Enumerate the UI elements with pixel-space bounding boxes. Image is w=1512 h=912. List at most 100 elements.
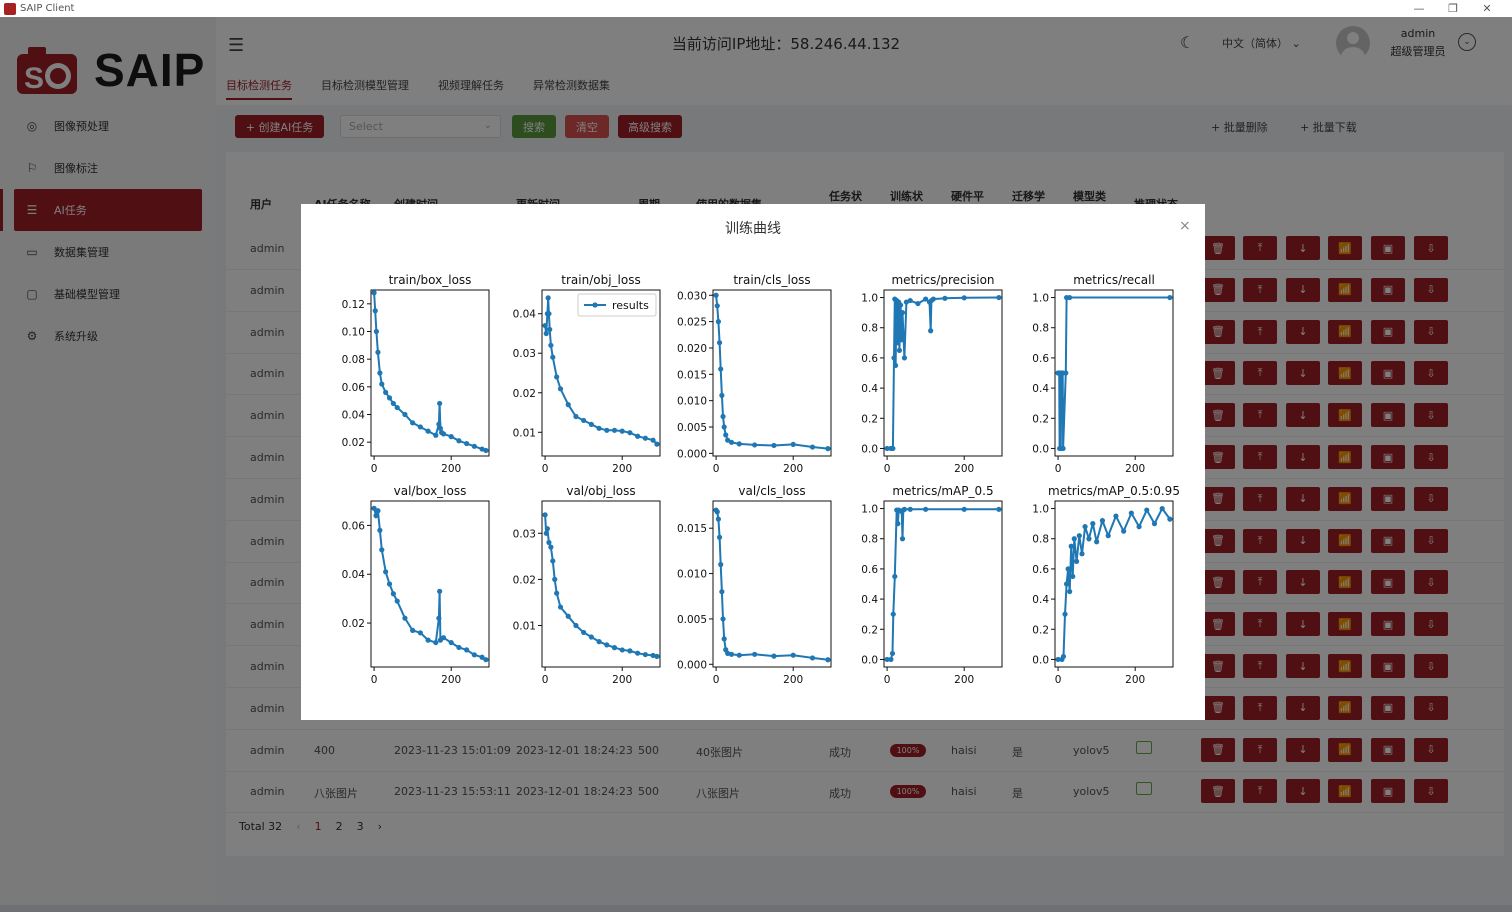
data-point: [436, 615, 442, 621]
x-tick-label: 200: [954, 674, 974, 686]
data-point: [1167, 516, 1173, 522]
data-point: [1062, 611, 1068, 617]
y-tick-label: 0.06: [342, 520, 366, 532]
data-point: [552, 576, 558, 582]
data-point: [896, 347, 903, 353]
subplot-title: val/box_loss: [394, 484, 467, 498]
data-point: [891, 355, 897, 361]
data-point: [546, 539, 552, 546]
data-point: [825, 446, 831, 452]
y-tick-label: 0.12: [342, 299, 365, 311]
series-line: [1058, 296, 1170, 450]
close-window-icon[interactable]: ✕: [1470, 0, 1504, 17]
data-point: [588, 421, 594, 427]
x-tick-label: 0: [884, 674, 891, 686]
y-tick-label: 1.0: [1032, 293, 1049, 305]
y-tick-label: 0.02: [342, 437, 365, 449]
data-point: [892, 573, 898, 580]
data-point: [1159, 505, 1165, 512]
y-tick-label: 0.010: [677, 396, 707, 408]
data-point: [642, 651, 648, 658]
data-point: [437, 588, 443, 594]
data-point: [720, 616, 726, 622]
y-tick-label: 0.8: [861, 323, 878, 335]
x-tick-label: 200: [954, 463, 974, 475]
y-tick-label: 0.04: [342, 569, 366, 581]
plot-frame: [1054, 289, 1174, 457]
data-point: [1121, 528, 1127, 534]
subplot-title: metrics/mAP_0.5: [892, 484, 993, 498]
data-point: [581, 417, 587, 424]
subplot-title: metrics/recall: [1073, 273, 1155, 287]
plot-frame: [712, 289, 832, 457]
y-tick-label: 0.8: [1032, 323, 1049, 335]
x-tick-label: 200: [1125, 463, 1145, 475]
y-tick-label: 0.2: [861, 624, 878, 636]
y-tick-label: 0.0: [861, 443, 878, 455]
data-point: [1079, 551, 1085, 557]
y-tick-label: 0.6: [861, 564, 878, 576]
data-point: [588, 634, 594, 640]
data-point: [604, 427, 610, 433]
data-point: [548, 544, 554, 550]
restore-icon[interactable]: ❐: [1436, 0, 1470, 17]
data-point: [1090, 521, 1096, 527]
y-tick-label: 0.0: [861, 654, 878, 666]
data-point: [410, 420, 416, 426]
data-point: [1151, 521, 1158, 527]
data-point: [930, 296, 936, 302]
data-point: [1144, 507, 1150, 513]
data-point: [715, 319, 721, 325]
data-point: [720, 413, 726, 420]
data-point: [372, 308, 378, 314]
data-point: [892, 362, 899, 369]
x-tick-label: 200: [441, 463, 461, 475]
data-point: [456, 438, 462, 444]
data-point: [907, 506, 913, 512]
data-point: [635, 650, 641, 656]
data-point: [543, 530, 549, 536]
x-tick-label: 0: [1055, 674, 1062, 686]
y-tick-label: 1.0: [861, 293, 878, 305]
data-point: [371, 290, 377, 296]
data-point: [961, 506, 967, 512]
modal-title: 训练曲线: [725, 221, 781, 237]
data-point: [611, 427, 618, 433]
close-icon[interactable]: ×: [1179, 218, 1191, 234]
data-point: [1068, 543, 1074, 549]
y-tick-label: 0.025: [677, 317, 707, 329]
subplot-title: val/obj_loss: [566, 484, 635, 498]
data-point: [433, 639, 439, 646]
x-tick-label: 0: [371, 674, 378, 686]
data-point: [377, 370, 383, 376]
data-point: [1094, 539, 1100, 545]
data-point: [390, 400, 396, 407]
data-point: [375, 349, 381, 355]
subplot: metrics/mAP_0.5:0.95 0.0 0.2 0.4 0.6 0.8 1.0 0 2…: [1032, 484, 1180, 686]
data-point: [464, 440, 470, 447]
subplot-title: metrics/precision: [891, 273, 994, 287]
x-tick-label: 200: [783, 463, 803, 475]
x-tick-label: 200: [612, 463, 632, 475]
data-point: [718, 561, 724, 568]
data-point: [545, 295, 551, 301]
y-tick-label: 0.000: [677, 448, 707, 460]
minimize-icon[interactable]: —: [1402, 0, 1436, 17]
y-tick-label: 1.0: [861, 504, 878, 516]
data-point: [375, 508, 381, 514]
data-point: [1060, 653, 1067, 660]
data-point: [542, 322, 548, 329]
y-tick-label: 1.0: [1032, 504, 1049, 516]
y-tick-label: 0.01: [513, 427, 536, 439]
data-point: [723, 432, 729, 438]
subplot: train/cls_loss 0.000 0.005 0.010 0.015 0.020 0…: [677, 273, 832, 475]
data-point: [379, 381, 385, 387]
y-tick-label: 0.4: [1032, 383, 1049, 395]
y-tick-label: 0.6: [1032, 564, 1049, 576]
data-point: [890, 611, 896, 617]
x-tick-label: 200: [1125, 674, 1145, 686]
window-title: SAIP Client: [20, 3, 75, 14]
data-point: [471, 652, 477, 658]
x-tick-label: 0: [713, 463, 720, 475]
training-curves-dialog: 训练曲线 × train/box_loss 0.02 0.04 0.06 0.08 0.1…: [301, 204, 1205, 720]
